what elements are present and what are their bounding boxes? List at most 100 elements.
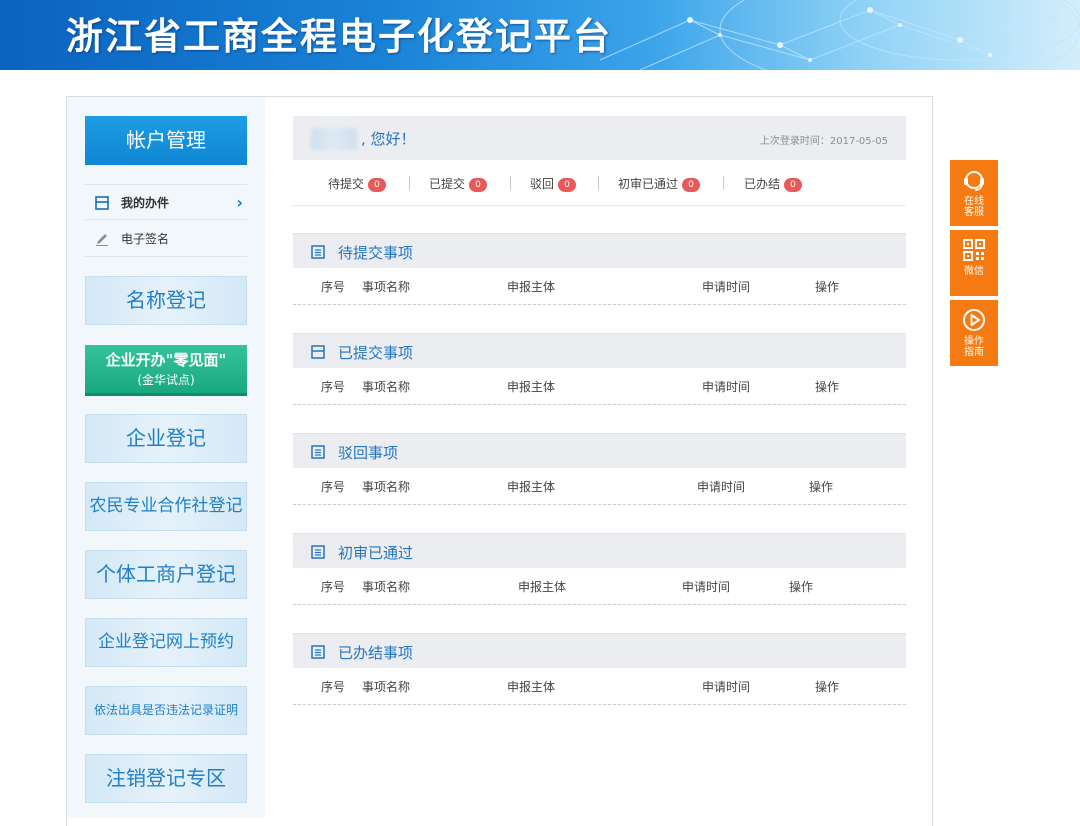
- online-appointment-button[interactable]: 企业登记网上预约: [85, 618, 247, 667]
- network-decoration-icon: [599, 0, 1080, 70]
- list-icon: [311, 545, 325, 559]
- sidebar-item-label: 我的办件: [121, 196, 170, 210]
- stat-approved[interactable]: 初审已通过 0: [618, 175, 701, 192]
- col-subject: 申报主体: [507, 680, 556, 694]
- headset-icon: [964, 171, 984, 191]
- online-service-button[interactable]: 在线 客服: [950, 160, 998, 226]
- section-submitted: 已提交事项 序号 事项名称 申报主体 申请时间 操作: [293, 333, 906, 406]
- label-line: 客服: [964, 207, 984, 218]
- stat-label: 已提交: [429, 177, 466, 191]
- count-badge: 0: [368, 178, 387, 192]
- zero-meeting-button[interactable]: 企业开办"零见面" (金华试点): [85, 345, 247, 396]
- button-label: 企业开办"零见面": [105, 351, 227, 369]
- enterprise-registration-button[interactable]: 企业登记: [85, 414, 247, 463]
- count-badge: 0: [558, 178, 577, 192]
- wechat-button[interactable]: 微信: [950, 230, 998, 296]
- col-subject: 申报主体: [518, 580, 567, 594]
- violation-certificate-button[interactable]: 依法出具是否违法记录证明: [85, 686, 247, 735]
- col-name: 事项名称: [362, 380, 411, 394]
- count-badge: 0: [469, 178, 488, 192]
- label-line: 在线: [964, 196, 984, 207]
- guide-button[interactable]: 操作 指南: [950, 300, 998, 366]
- col-index: 序号: [321, 480, 346, 494]
- label-line: 微信: [964, 266, 984, 277]
- last-login: 上次登录时间：2017-05-05: [760, 132, 888, 147]
- table-header: 序号 事项名称 申报主体 申请时间 操作: [293, 368, 906, 405]
- float-label: 操作 指南: [950, 336, 998, 358]
- table-header: 序号 事项名称 申报主体 申请时间 操作: [293, 668, 906, 705]
- name-registration-button[interactable]: 名称登记: [85, 276, 247, 325]
- col-time: 申请时间: [702, 680, 751, 694]
- sidebar-item-my-cases[interactable]: 我的办件 ›: [85, 184, 247, 220]
- list-icon: [311, 445, 325, 459]
- label-line: 指南: [964, 347, 984, 358]
- stat-completed[interactable]: 已办结 0: [744, 175, 803, 192]
- sidebar-item-label: 电子签名: [121, 232, 170, 246]
- deregistration-button[interactable]: 注销登记专区: [85, 754, 247, 803]
- col-action: 操作: [789, 580, 814, 594]
- username-redacted: [311, 128, 357, 150]
- individual-business-button[interactable]: 个体工商户登记: [85, 550, 247, 599]
- welcome-bar: , 您好！ 上次登录时间：2017-05-05: [293, 116, 906, 160]
- qrcode-icon: [963, 239, 985, 261]
- status-counts: 待提交 0 已提交 0 驳回 0 初审已通过 0 已办结 0: [293, 168, 906, 206]
- col-time: 申请时间: [697, 480, 746, 494]
- document-icon: [311, 345, 325, 359]
- col-name: 事项名称: [362, 280, 411, 294]
- col-action: 操作: [809, 480, 834, 494]
- divider: [510, 176, 511, 190]
- greeting-text: , 您好！: [361, 130, 416, 148]
- table-header: 序号 事项名称 申报主体 申请时间 操作: [293, 468, 906, 505]
- section-title: 已提交事项: [338, 344, 414, 362]
- section-approved: 初审已通过 序号 事项名称 申报主体 申请时间 操作: [293, 533, 906, 606]
- col-index: 序号: [321, 380, 346, 394]
- chevron-right-icon: ›: [236, 193, 243, 212]
- count-badge: 0: [682, 178, 701, 192]
- divider: [723, 176, 724, 190]
- section-rejected: 驳回事项 序号 事项名称 申报主体 申请时间 操作: [293, 433, 906, 506]
- col-time: 申请时间: [702, 380, 751, 394]
- section-completed: 已办结事项 序号 事项名称 申报主体 申请时间 操作: [293, 633, 906, 706]
- stat-label: 已办结: [744, 177, 781, 191]
- col-index: 序号: [321, 580, 346, 594]
- list-icon: [311, 245, 325, 259]
- col-index: 序号: [321, 280, 346, 294]
- section-header: 待提交事项: [293, 233, 906, 268]
- divider: [598, 176, 599, 190]
- section-title: 待提交事项: [338, 244, 414, 262]
- last-login-date: 2017-05-05: [829, 136, 888, 147]
- float-label: 在线 客服: [950, 196, 998, 218]
- col-index: 序号: [321, 680, 346, 694]
- cooperative-registration-button[interactable]: 农民专业合作社登记: [85, 482, 247, 531]
- col-action: 操作: [815, 380, 840, 394]
- section-header: 已办结事项: [293, 633, 906, 668]
- col-name: 事项名称: [362, 580, 411, 594]
- col-subject: 申报主体: [507, 480, 556, 494]
- last-login-label: 上次登录时间：: [759, 136, 830, 147]
- divider: [409, 176, 410, 190]
- section-title: 初审已通过: [338, 544, 414, 562]
- header-banner: 浙江省工商全程电子化登记平台: [0, 0, 1080, 70]
- section-header: 已提交事项: [293, 333, 906, 368]
- play-icon: [963, 309, 985, 331]
- col-time: 申请时间: [702, 280, 751, 294]
- stat-pending[interactable]: 待提交 0: [328, 175, 387, 192]
- button-sublabel: (金华试点): [137, 373, 195, 387]
- document-icon: [95, 196, 109, 210]
- stat-submitted[interactable]: 已提交 0: [429, 175, 488, 192]
- col-name: 事项名称: [362, 680, 411, 694]
- section-pending: 待提交事项 序号 事项名称 申报主体 申请时间 操作: [293, 233, 906, 306]
- section-header: 驳回事项: [293, 433, 906, 468]
- section-title: 驳回事项: [338, 444, 399, 462]
- label-line: 操作: [964, 336, 984, 347]
- stat-rejected[interactable]: 驳回 0: [530, 175, 577, 192]
- platform-title: 浙江省工商全程电子化登记平台: [66, 15, 612, 58]
- section-header: 初审已通过: [293, 533, 906, 568]
- col-subject: 申报主体: [507, 380, 556, 394]
- stat-label: 初审已通过: [618, 177, 679, 191]
- col-subject: 申报主体: [507, 280, 556, 294]
- col-time: 申请时间: [682, 580, 731, 594]
- stat-label: 驳回: [530, 177, 555, 191]
- count-badge: 0: [784, 178, 803, 192]
- sidebar-item-e-signature[interactable]: 电子签名: [85, 221, 247, 257]
